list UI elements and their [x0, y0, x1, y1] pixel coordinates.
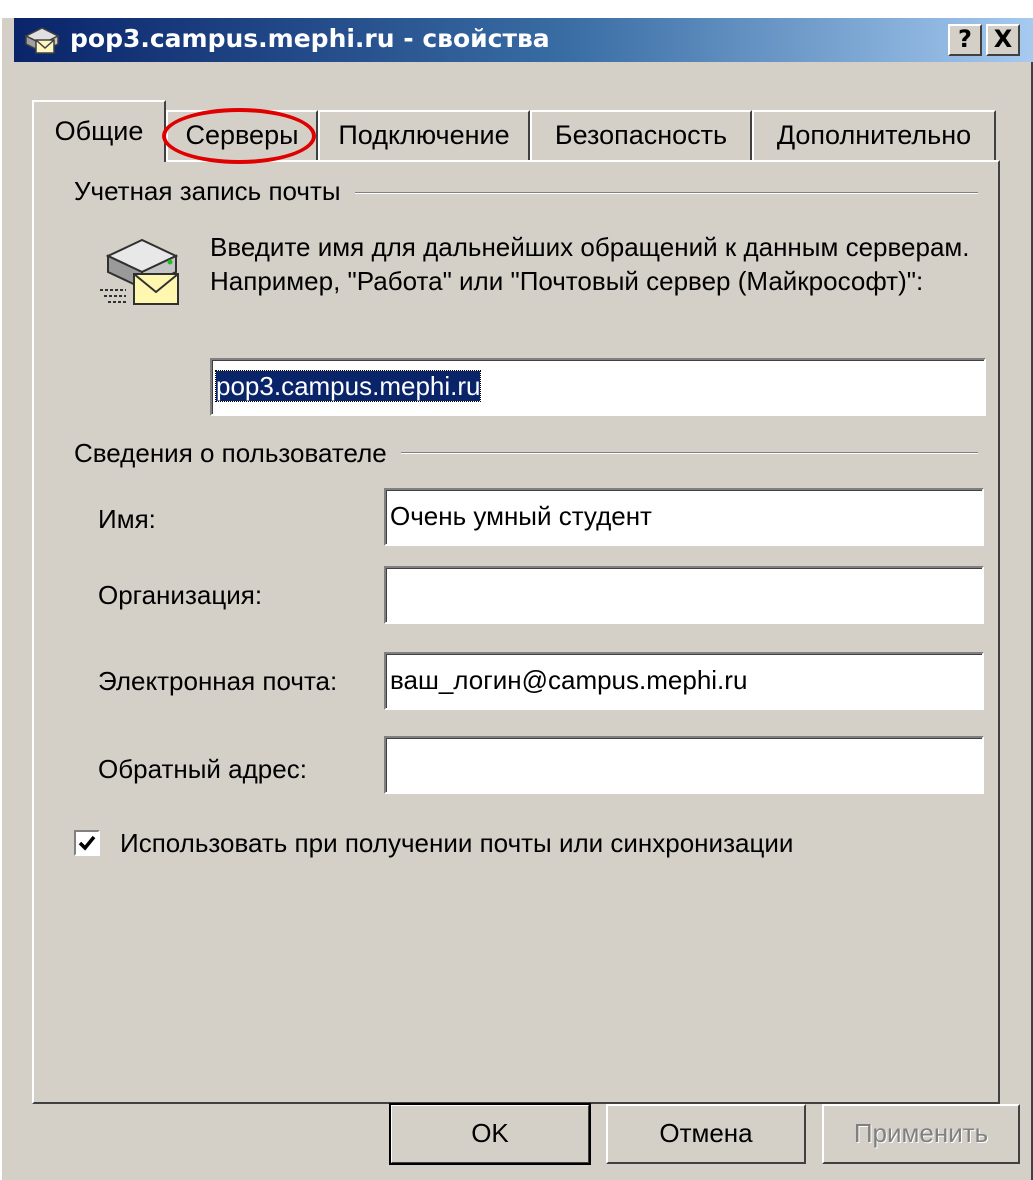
email-field[interactable]: ваш_логин@campus.mephi.ru [384, 652, 984, 710]
name-field[interactable]: Очень умный студент [384, 488, 984, 546]
use-for-receiving-label[interactable]: Использовать при получении почты или син… [120, 828, 793, 859]
cancel-button[interactable]: Отмена [606, 1104, 806, 1164]
account-description: Введите имя для дальнейших обращений к д… [210, 232, 970, 296]
use-for-receiving-checkbox[interactable] [74, 830, 100, 856]
apply-button[interactable]: Применить [822, 1104, 1020, 1164]
name-label: Имя: [98, 504, 156, 534]
organization-label: Организация: [98, 580, 263, 610]
user-group-title: Сведения о пользователе [74, 438, 401, 469]
reply-address-label: Обратный адрес: [98, 754, 307, 784]
ok-button[interactable]: OK [389, 1103, 591, 1165]
mail-server-icon [100, 238, 179, 305]
email-label: Электронная почта: [98, 666, 338, 696]
organization-field[interactable] [384, 566, 984, 624]
reply-address-field[interactable] [384, 736, 984, 794]
account-name-field[interactable]: pop3.campus.mephi.ru [210, 358, 986, 416]
account-group-title: Учетная запись почты [74, 176, 355, 207]
account-name-value: pop3.campus.mephi.ru [214, 370, 482, 402]
checkmark-icon [78, 835, 96, 851]
highlight-annotation [162, 108, 316, 164]
